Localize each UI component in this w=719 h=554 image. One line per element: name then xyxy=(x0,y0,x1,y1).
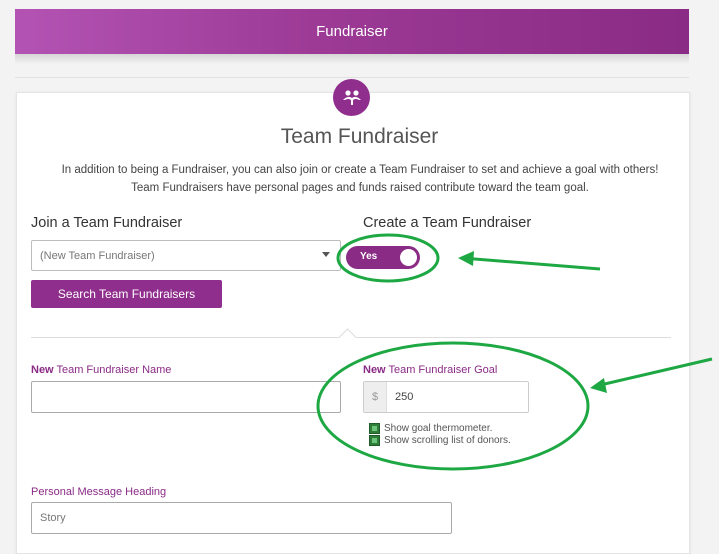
chevron-down-icon xyxy=(322,252,330,257)
thermometer-checkbox[interactable] xyxy=(369,423,380,434)
description-line-2: Team Fundraisers have personal pages and… xyxy=(131,182,589,194)
team-name-input[interactable] xyxy=(31,381,341,413)
create-team-toggle[interactable]: Yes xyxy=(346,246,420,269)
toggle-label: Yes xyxy=(360,251,378,262)
show-donors-option[interactable]: Show scrolling list of donors. xyxy=(369,435,511,446)
show-thermometer-option[interactable]: Show goal thermometer. xyxy=(369,423,492,434)
select-value: (New Team Fundraiser) xyxy=(40,249,155,262)
search-team-fundraisers-button[interactable]: Search Team Fundraisers xyxy=(31,280,222,308)
fundraiser-header: Fundraiser xyxy=(15,9,689,54)
team-people-icon xyxy=(333,79,370,116)
description-line-1: In addition to being a Fundraiser, you c… xyxy=(61,164,659,176)
team-goal-value: 250 xyxy=(395,391,414,403)
page-title: Team Fundraiser xyxy=(280,125,439,148)
donors-label: Show scrolling list of donors. xyxy=(384,435,511,446)
separator-line xyxy=(15,77,689,78)
team-fundraiser-select[interactable]: (New Team Fundraiser) xyxy=(31,240,341,271)
team-goal-label-prefix: New xyxy=(363,364,386,376)
personal-message-heading-value: Story xyxy=(40,512,66,524)
team-name-label: New Team Fundraiser Name xyxy=(31,364,171,376)
team-goal-label: New Team Fundraiser Goal xyxy=(363,364,497,376)
currency-addon: $ xyxy=(364,382,387,412)
personal-message-heading-label: Personal Message Heading xyxy=(31,486,167,498)
join-team-heading: Join a Team Fundraiser xyxy=(31,215,183,231)
header-shadow xyxy=(15,54,689,64)
donors-checkbox[interactable] xyxy=(369,435,380,446)
toggle-knob xyxy=(400,249,417,266)
team-goal-input[interactable]: $ 250 xyxy=(363,381,529,413)
header-title: Fundraiser xyxy=(316,23,388,40)
team-name-label-prefix: New xyxy=(31,364,54,376)
create-team-heading: Create a Team Fundraiser xyxy=(363,215,532,231)
personal-message-heading-input[interactable]: Story xyxy=(31,502,452,534)
thermometer-label: Show goal thermometer. xyxy=(384,423,493,434)
page-description: In addition to being a Fundraiser, you c… xyxy=(20,161,700,197)
team-name-label-text: Team Fundraiser Name xyxy=(53,364,172,376)
team-goal-label-text: Team Fundraiser Goal xyxy=(385,364,498,376)
